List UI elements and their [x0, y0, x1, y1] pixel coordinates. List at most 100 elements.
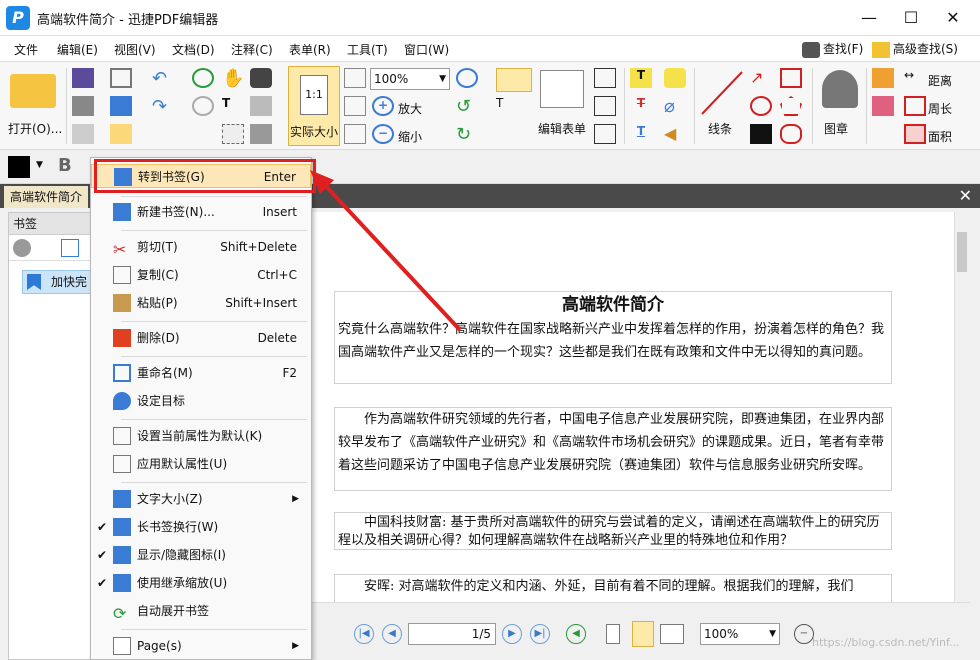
sound-icon[interactable]: ◀: [664, 124, 686, 144]
continuous-page-icon[interactable]: [632, 621, 654, 647]
stamp-icon[interactable]: [822, 70, 858, 108]
rotate-left-icon[interactable]: ↺: [456, 96, 478, 117]
menu-edit[interactable]: 编辑(E): [57, 41, 98, 58]
forward-icon[interactable]: [192, 96, 214, 116]
open-folder-icon[interactable]: [10, 74, 56, 108]
menu-item-pages[interactable]: Page(s) ▶: [91, 634, 311, 658]
pentagon-icon[interactable]: [780, 96, 802, 116]
horizontal-scrollbar[interactable]: [310, 602, 970, 618]
chevron-down-icon[interactable]: ▼: [36, 160, 43, 170]
camera-icon[interactable]: [250, 68, 272, 88]
menu-item-wrap-long[interactable]: ✔ 长书签换行(W): [91, 515, 311, 539]
maximize-button[interactable]: ☐: [894, 6, 928, 30]
menu-item-apply-default[interactable]: 应用默认属性(U): [91, 452, 311, 476]
menu-item-new-bookmark[interactable]: 新建书签(N)... Insert: [91, 200, 311, 224]
minimize-button[interactable]: —: [852, 6, 886, 30]
rotate-right-icon[interactable]: ↻: [456, 124, 478, 145]
menu-item-text-size[interactable]: 文字大小(Z) ▶: [91, 487, 311, 511]
menu-item-copy[interactable]: 复制(C) Ctrl+C: [91, 263, 311, 287]
menu-comment[interactable]: 注释(C): [231, 41, 273, 58]
text-field-icon[interactable]: [594, 68, 616, 88]
menu-item-set-target[interactable]: 设定目标: [91, 389, 311, 413]
edit-form-icon[interactable]: [540, 70, 584, 108]
menu-item-paste[interactable]: 粘贴(P) Shift+Insert: [91, 291, 311, 315]
ellipse-icon[interactable]: [750, 96, 772, 116]
zoom-select[interactable]: 100% ▼: [370, 68, 450, 90]
save-icon[interactable]: [72, 68, 94, 88]
new-doc-icon[interactable]: [110, 124, 132, 144]
polygon-icon[interactable]: [780, 68, 802, 88]
export-icon[interactable]: [72, 124, 94, 144]
fit-width-icon[interactable]: [344, 96, 366, 116]
text-box-icon[interactable]: [594, 96, 616, 116]
stamp-label[interactable]: 图章: [824, 120, 848, 137]
email-icon[interactable]: [110, 68, 132, 88]
menu-item-rename[interactable]: 重命名(M) F2: [91, 361, 311, 385]
next-page-icon[interactable]: ▶: [502, 624, 522, 644]
hand-icon[interactable]: ✋: [222, 68, 244, 89]
find-button[interactable]: 查找(F): [802, 39, 863, 59]
area-icon[interactable]: [904, 124, 926, 144]
clipboard-icon[interactable]: [250, 124, 272, 144]
paragraph-3[interactable]: 中国科技财富: 基于贵所对高端软件的研究与尝试着的定义，请阐述在高端软件上的研究…: [334, 512, 892, 550]
last-page-icon[interactable]: ▶|: [530, 624, 550, 644]
facing-page-icon[interactable]: [660, 624, 684, 644]
back-icon[interactable]: [192, 68, 214, 88]
zoom-in-label[interactable]: 放大: [398, 100, 422, 117]
edit-form-label[interactable]: 编辑表单: [538, 120, 586, 137]
first-page-icon[interactable]: |◀: [354, 624, 374, 644]
color-swatch[interactable]: [8, 156, 30, 178]
rectangle-icon[interactable]: [750, 124, 772, 144]
status-zoom-select[interactable]: 100% ▼: [700, 623, 780, 645]
menu-tools[interactable]: 工具(T): [347, 41, 388, 58]
advanced-find-button[interactable]: 高级查找(S): [872, 39, 958, 59]
underline-icon[interactable]: T: [630, 124, 652, 144]
note-icon[interactable]: [664, 68, 686, 88]
distance-icon[interactable]: ↔: [904, 68, 926, 88]
menu-window[interactable]: 窗口(W): [404, 41, 449, 58]
line-icon[interactable]: [700, 70, 744, 116]
undo-icon[interactable]: ↶: [152, 68, 174, 89]
edit-content-icon[interactable]: [496, 68, 532, 92]
redo-icon[interactable]: ↷: [152, 96, 174, 117]
line-label[interactable]: 线条: [708, 120, 732, 137]
back-icon[interactable]: ◀: [566, 624, 586, 644]
bookmark-item[interactable]: 加快完: [22, 270, 96, 294]
prev-page-icon[interactable]: ◀: [382, 624, 402, 644]
select-text-icon[interactable]: T: [222, 96, 244, 116]
menu-item-delete[interactable]: 删除(D) Delete: [91, 326, 311, 350]
menu-item-set-default[interactable]: 设置当前属性为默认(K): [91, 424, 311, 448]
area-label[interactable]: 面积: [928, 128, 952, 145]
perimeter-label[interactable]: 周长: [928, 100, 952, 117]
open-label[interactable]: 打开(O)...: [8, 120, 62, 137]
menu-view[interactable]: 视图(V): [114, 41, 156, 58]
zoom-out-icon[interactable]: −: [794, 624, 814, 644]
menu-form[interactable]: 表单(R): [289, 41, 331, 58]
vertical-scrollbar[interactable]: [954, 212, 970, 612]
pencil-icon[interactable]: [872, 68, 894, 88]
callout-icon[interactable]: [594, 124, 616, 144]
cloud-icon[interactable]: [780, 124, 802, 144]
menu-document[interactable]: 文档(D): [172, 41, 215, 58]
zoom-out-icon[interactable]: −: [372, 124, 394, 144]
single-page-icon[interactable]: [606, 624, 620, 644]
distance-label[interactable]: 距离: [928, 72, 952, 89]
eraser-icon[interactable]: [872, 96, 894, 116]
highlight-text-icon[interactable]: T: [630, 68, 652, 88]
menu-item-auto-expand[interactable]: ⟳ 自动展开书签: [91, 599, 311, 623]
strikeout-icon[interactable]: T: [630, 96, 652, 116]
actual-size-button[interactable]: 1:1 实际大小: [288, 66, 340, 146]
page-number-input[interactable]: 1/5: [408, 623, 496, 645]
close-button[interactable]: ✕: [936, 6, 970, 30]
perimeter-icon[interactable]: [904, 96, 926, 116]
bold-icon[interactable]: B: [58, 155, 72, 176]
new-bookmark-icon[interactable]: [61, 239, 79, 257]
fit-visible-icon[interactable]: [344, 124, 366, 144]
zoom-in-icon[interactable]: +: [372, 96, 394, 116]
paragraph-2[interactable]: 作为高端软件研究领域的先行者，中国电子信息产业发展研究院，即赛迪集团，在业界内部…: [334, 407, 892, 491]
add-text-icon[interactable]: T: [496, 96, 518, 116]
scroll-thumb[interactable]: [957, 232, 967, 272]
tab-document[interactable]: 高端软件简介: [4, 186, 89, 208]
paste-icon[interactable]: [250, 96, 272, 116]
menu-item-toggle-icons[interactable]: ✔ 显示/隐藏图标(I): [91, 543, 311, 567]
